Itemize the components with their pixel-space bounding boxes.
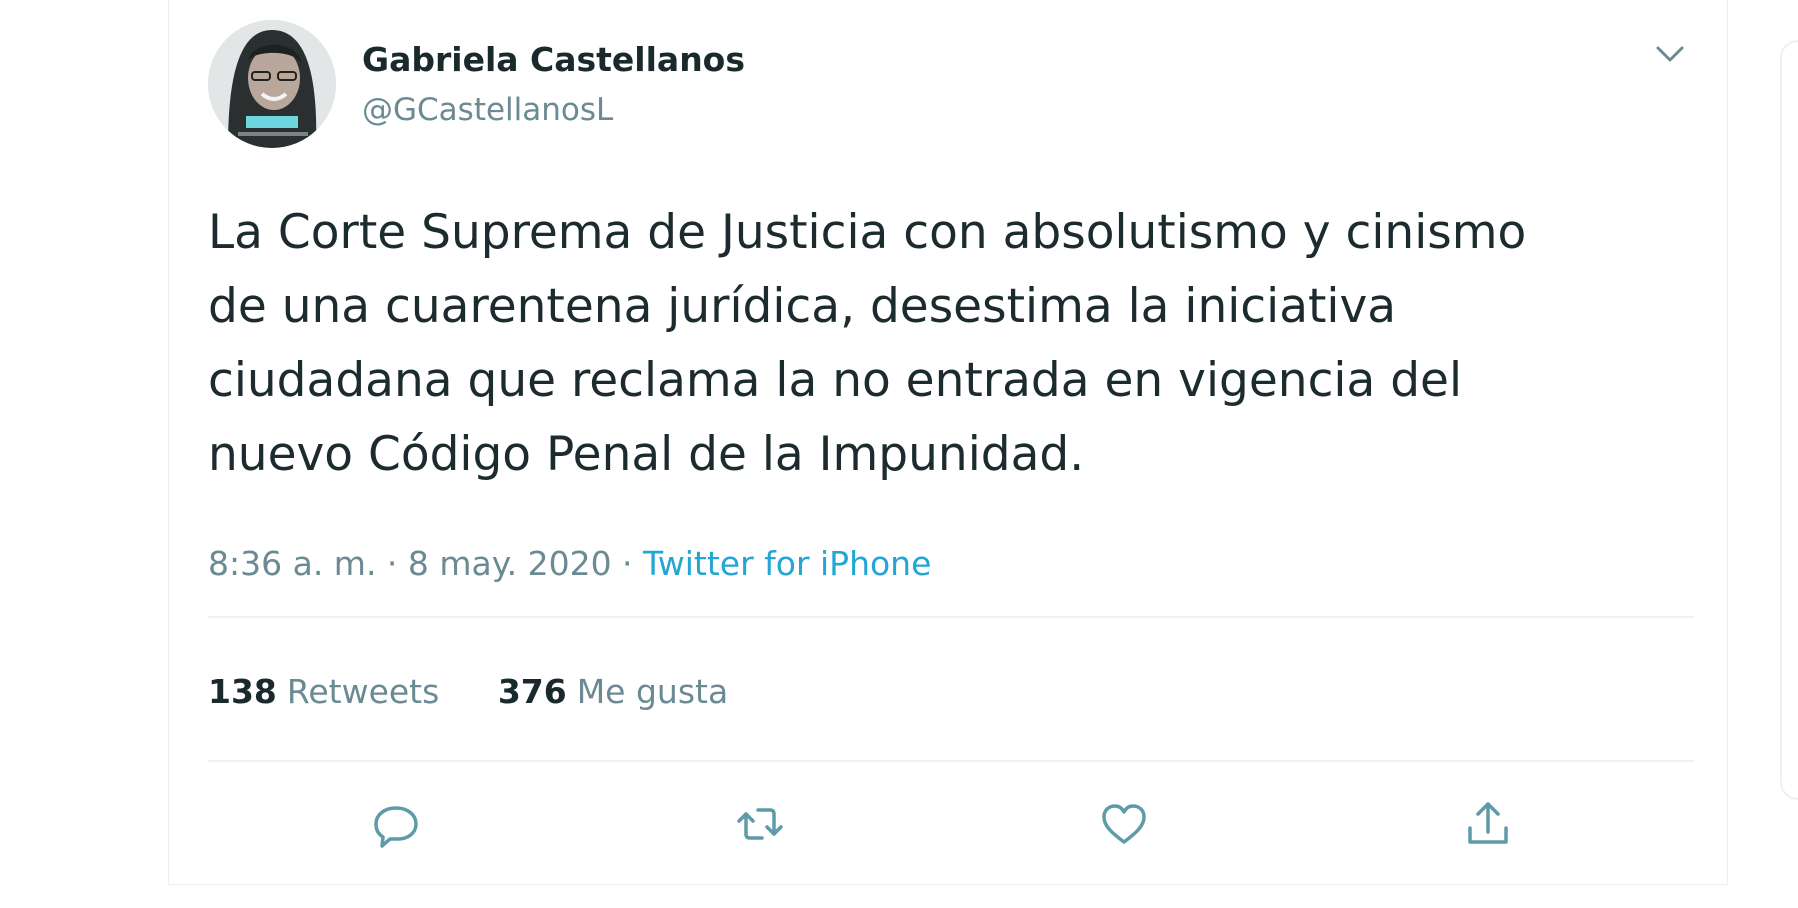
meta-separator: · [376,544,408,583]
tweet-date[interactable]: 8 may. 2020 [408,544,612,583]
sidebar-panel-edge [1780,40,1798,800]
page: Gabriela Castellanos @GCastellanosL La C… [0,0,1798,908]
likes-count: 376 [497,672,567,711]
tweet-stats: 138 Retweets 376 Me gusta [208,672,776,711]
author-name[interactable]: Gabriela Castellanos [362,40,745,79]
retweets-stat[interactable]: 138 Retweets [208,672,439,711]
retweets-label: Retweets [286,672,440,711]
tweet-line: de una cuarentena jurídica, desestima la… [208,279,1397,334]
share-icon[interactable] [1460,796,1516,852]
likes-label: Me gusta [576,672,729,711]
tweet-actions [208,796,1694,856]
author-handle[interactable]: @GCastellanosL [362,92,613,128]
tweet-meta: 8:36 a. m. · 8 may. 2020 · Twitter for i… [208,544,931,583]
divider [208,760,1694,762]
meta-separator: · [611,544,644,583]
retweet-icon[interactable] [732,796,788,852]
likes-stat[interactable]: 376 Me gusta [498,672,728,711]
tweet-line: La Corte Suprema de Justicia con absolut… [208,205,1527,260]
reply-icon[interactable] [368,796,424,852]
avatar-photo [208,20,336,148]
tweet-time[interactable]: 8:36 a. m. [208,544,376,583]
heart-icon[interactable] [1096,796,1152,852]
tweet-text: La Corte Suprema de Justicia con absolut… [208,196,1708,492]
tweet-line: nuevo Código Penal de la Impunidad. [208,427,1085,482]
retweets-count: 138 [208,672,277,711]
avatar[interactable] [208,20,336,148]
tweet-line: ciudadana que reclama la no entrada en v… [208,353,1463,408]
divider [208,616,1694,618]
tweet-source-link[interactable]: Twitter for iPhone [643,544,931,583]
chevron-down-icon[interactable] [1650,38,1690,70]
